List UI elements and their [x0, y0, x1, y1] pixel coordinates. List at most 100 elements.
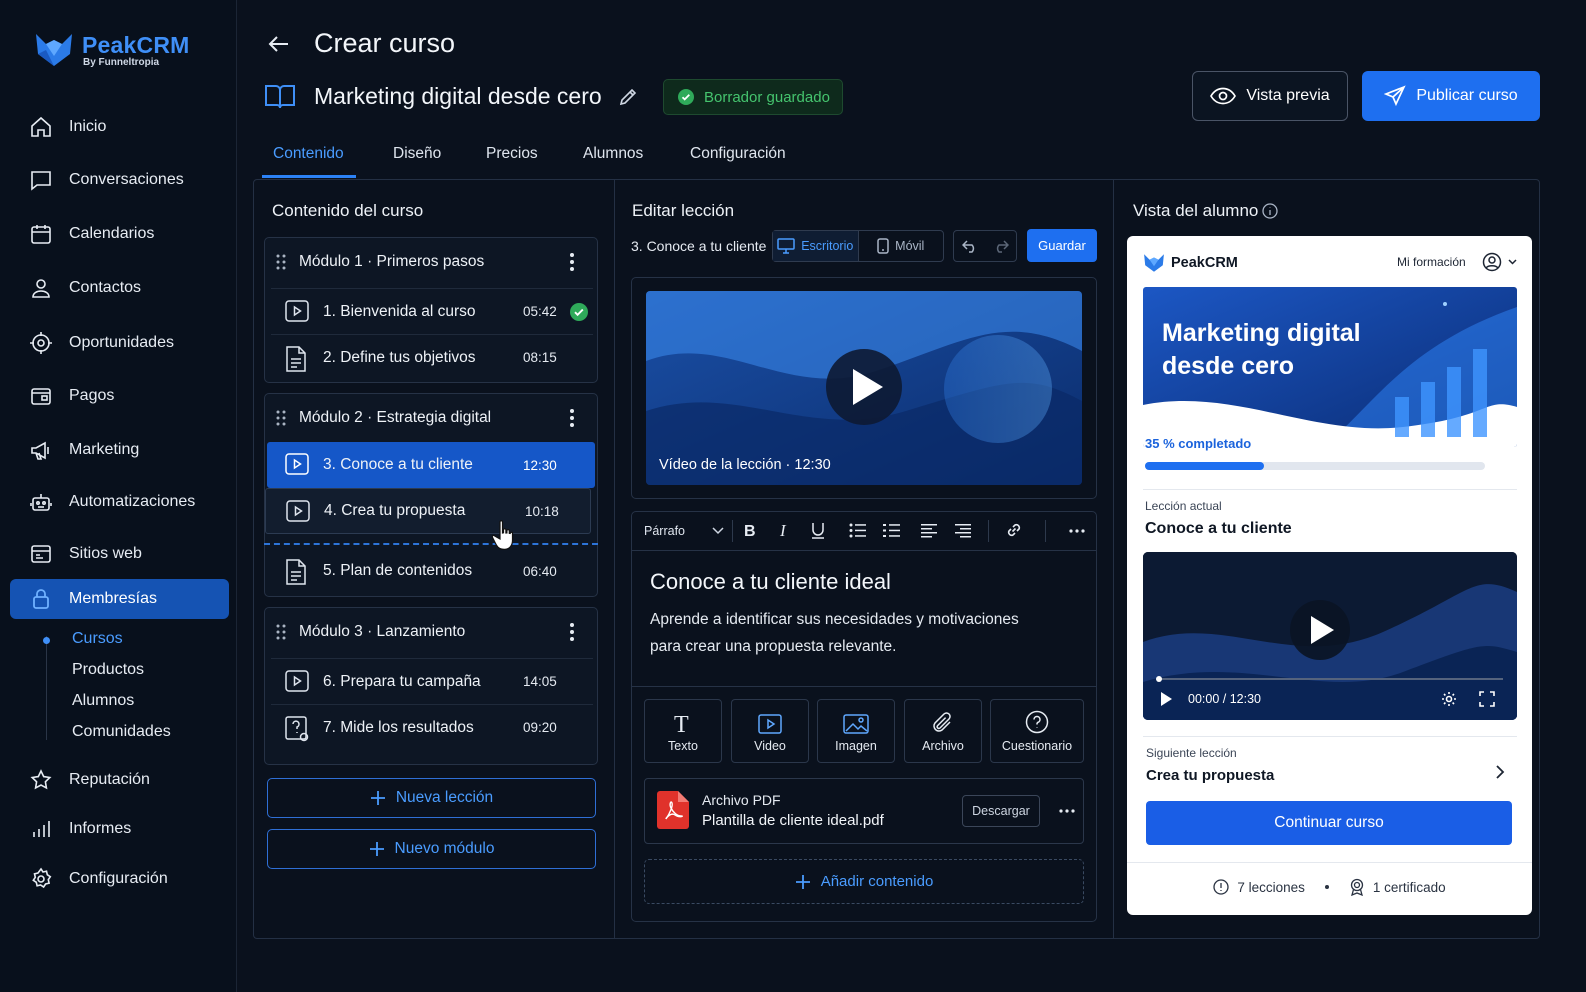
redo-icon[interactable] — [993, 239, 1009, 253]
link-icon[interactable] — [1005, 521, 1023, 539]
tab-diseno[interactable]: Diseño — [393, 145, 441, 163]
new-lesson-button[interactable]: Nueva lección — [267, 778, 596, 818]
align-left-icon[interactable] — [921, 523, 937, 538]
more-vertical-icon[interactable] — [569, 622, 575, 642]
nav-item-calendarios[interactable]: Calendarios — [10, 214, 229, 254]
chevron-right-icon[interactable] — [1495, 764, 1505, 780]
settings-icon[interactable] — [1441, 691, 1457, 707]
nav-item-automatizaciones[interactable]: Automatizaciones — [10, 482, 229, 522]
phone-icon — [877, 238, 889, 254]
drag-handle-icon[interactable] — [276, 254, 286, 270]
mobile-toggle[interactable]: Móvil — [859, 231, 944, 261]
add-quiz-block-button[interactable]: Cuestionario — [990, 699, 1084, 763]
save-button[interactable]: Guardar — [1027, 229, 1097, 262]
hand-cursor-icon — [492, 520, 514, 551]
sub-item-productos[interactable]: Productos — [72, 661, 144, 679]
nav-item-configuracion[interactable]: Configuración — [10, 859, 229, 899]
paperclip-icon — [933, 712, 951, 732]
send-icon — [1384, 85, 1406, 107]
nav-item-contactos[interactable]: Contactos — [10, 268, 229, 308]
nav-item-marketing[interactable]: Marketing — [10, 430, 229, 470]
wallet-icon — [31, 388, 51, 405]
add-content-button[interactable]: Añadir contenido — [644, 859, 1084, 904]
user-avatar-icon[interactable] — [1482, 252, 1518, 272]
nav-item-informes[interactable]: Informes — [10, 809, 229, 849]
student-view-title: Vista del alumno — [1133, 201, 1259, 220]
paragraph-style-select[interactable]: Párrafo — [644, 524, 685, 538]
back-arrow-icon[interactable] — [266, 31, 292, 57]
module-header[interactable]: Módulo 3 · Lanzamiento — [265, 608, 597, 656]
check-circle-icon — [678, 89, 694, 105]
italic-icon[interactable]: I — [779, 522, 791, 538]
add-file-block-button[interactable]: Archivo — [904, 699, 982, 763]
add-text-block-button[interactable]: T Texto — [644, 699, 722, 763]
nav-label: Conversaciones — [69, 171, 184, 188]
underline-icon[interactable] — [811, 522, 825, 540]
publish-button[interactable]: Publicar curso — [1362, 71, 1540, 121]
sub-item-cursos[interactable]: Cursos — [72, 630, 123, 648]
lesson-title: 1. Bienvenida al curso — [323, 302, 476, 320]
lesson-item[interactable]: 1. Bienvenida al curso 05:42 — [271, 288, 593, 334]
download-button[interactable]: Descargar — [962, 795, 1040, 827]
tab-alumnos[interactable]: Alumnos — [583, 145, 643, 163]
more-horizontal-icon[interactable] — [1069, 529, 1085, 533]
editor-heading[interactable]: Conoce a tu cliente ideal — [650, 569, 891, 595]
lesson-video[interactable] — [646, 291, 1082, 485]
continue-course-button[interactable]: Continuar curso — [1146, 801, 1512, 845]
lesson-item-dragging[interactable]: 4. Crea tu propuesta 10:18 — [265, 488, 591, 534]
lesson-item[interactable]: 7. Mide los resultados 09:20 — [271, 704, 593, 750]
more-horizontal-icon[interactable] — [1059, 809, 1075, 813]
nav-item-conversaciones[interactable]: Conversaciones — [10, 160, 229, 200]
more-vertical-icon[interactable] — [569, 252, 575, 272]
next-lesson-title[interactable]: Crea tu propuesta — [1146, 767, 1274, 784]
desktop-toggle[interactable]: Escritorio — [773, 231, 859, 261]
bullet-list-icon[interactable] — [849, 523, 866, 538]
sub-item-comunidades[interactable]: Comunidades — [72, 723, 171, 741]
tab-configuracion[interactable]: Configuración — [690, 145, 786, 163]
nav-item-pagos[interactable]: Pagos — [10, 376, 229, 416]
course-hero: Marketing digital desde cero — [1143, 287, 1517, 447]
undo-icon[interactable] — [961, 239, 978, 253]
numbered-list-icon[interactable] — [883, 523, 900, 538]
lesson-item[interactable]: 5. Plan de contenidos 06:40 — [271, 548, 593, 594]
new-module-button[interactable]: Nuevo módulo — [267, 829, 596, 869]
nav-item-membresias[interactable]: Membresías — [10, 579, 229, 619]
nav-label: Configuración — [69, 870, 168, 887]
module-header[interactable]: Módulo 1 · Primeros pasos — [265, 238, 597, 286]
more-vertical-icon[interactable] — [569, 408, 575, 428]
question-circle-icon — [1025, 710, 1049, 734]
editor-paragraph[interactable]: Aprende a identificar sus necesidades y … — [650, 606, 1050, 660]
certificates-count: 1 certificado — [1372, 879, 1446, 895]
video-lesson-icon — [285, 300, 309, 322]
add-image-block-button[interactable]: Imagen — [817, 699, 895, 763]
lesson-item-selected[interactable]: 3. Conoce a tu cliente 12:30 — [267, 442, 595, 488]
module-title: Módulo 1 · Primeros pasos — [299, 253, 485, 270]
align-right-icon[interactable] — [955, 523, 971, 538]
nav-item-oportunidades[interactable]: Oportunidades — [10, 323, 229, 363]
add-video-block-button[interactable]: Video — [731, 699, 809, 763]
nav-item-sitios-web[interactable]: Sitios web — [10, 534, 229, 574]
lesson-duration: 05:42 — [523, 304, 557, 319]
sub-item-alumnos[interactable]: Alumnos — [72, 692, 134, 710]
pencil-icon[interactable] — [617, 86, 639, 108]
info-icon[interactable] — [1262, 203, 1278, 219]
module-header[interactable]: Módulo 2 · Estrategia digital — [265, 394, 597, 442]
tab-contenido[interactable]: Contenido — [273, 145, 344, 163]
column-divider — [1113, 180, 1114, 938]
nav-item-reputacion[interactable]: Reputación — [10, 760, 229, 800]
preview-button[interactable]: Vista previa — [1192, 71, 1348, 121]
brand-logo[interactable]: PeakCRM By Funneltropia — [34, 32, 190, 68]
my-training-link[interactable]: Mi formación — [1397, 255, 1466, 269]
bold-icon[interactable]: B — [744, 522, 758, 538]
nav-item-inicio[interactable]: Inicio — [10, 107, 229, 147]
eye-icon — [1210, 87, 1237, 105]
lesson-item[interactable]: 6. Prepara tu campaña 14:05 — [271, 658, 593, 704]
preview-button-label: Vista previa — [1246, 87, 1330, 104]
drag-handle-icon[interactable] — [276, 410, 286, 426]
drag-handle-icon[interactable] — [276, 624, 286, 640]
video-thumbnail — [646, 291, 1082, 485]
fullscreen-icon[interactable] — [1479, 691, 1495, 707]
tab-precios[interactable]: Precios — [486, 145, 538, 163]
lesson-item[interactable]: 2. Define tus objetivos 08:15 — [271, 334, 593, 380]
student-video-player[interactable]: 00:00 / 12:30 — [1143, 552, 1517, 720]
